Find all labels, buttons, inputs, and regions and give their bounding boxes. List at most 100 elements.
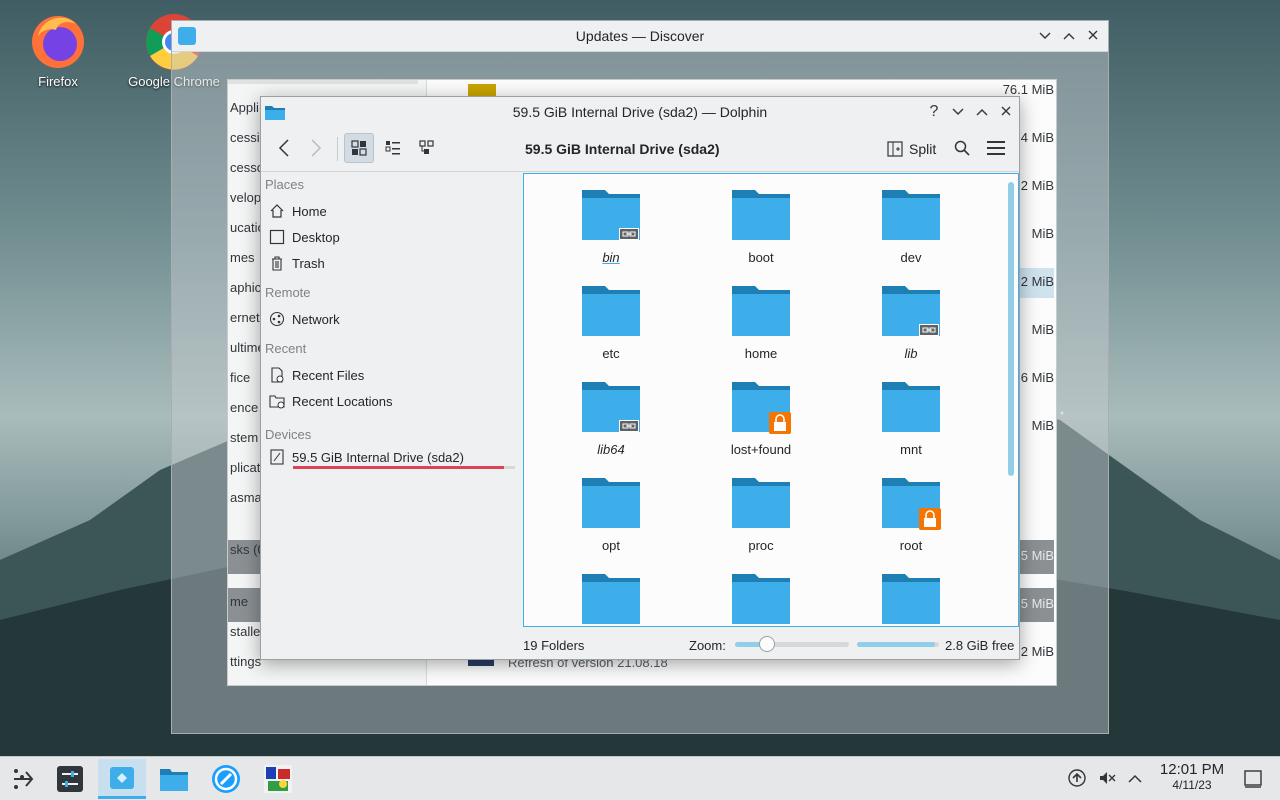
details-view-icon — [419, 140, 434, 154]
split-label: Split — [909, 141, 937, 157]
places-item-trash[interactable]: Trash — [269, 251, 325, 275]
discover-update-size: MiB — [1031, 322, 1054, 337]
discover-category[interactable]: ernet — [230, 310, 260, 325]
search-icon — [954, 140, 970, 156]
task-game[interactable] — [254, 759, 302, 799]
folder-item[interactable]: home — [701, 284, 821, 361]
forward-button[interactable] — [301, 133, 331, 163]
view-details-button[interactable] — [412, 133, 442, 163]
vertical-scrollbar[interactable] — [1008, 182, 1014, 476]
task-discover[interactable] — [98, 759, 146, 799]
places-item-network[interactable]: Network — [269, 307, 340, 331]
dolphin-window-title: 59.5 GiB Internal Drive (sda2) — Dolphin — [512, 104, 768, 120]
hamburger-menu-icon — [987, 141, 1005, 155]
discover-update-size: 6 MiB — [1020, 370, 1054, 385]
folder-icon — [160, 769, 188, 791]
folder-item[interactable]: root — [851, 476, 971, 553]
folder-item[interactable] — [551, 572, 671, 626]
places-item-recent-locations[interactable]: Recent Locations — [269, 389, 392, 413]
folder-item[interactable]: dev — [851, 188, 971, 265]
folder-item[interactable] — [701, 572, 821, 626]
task-dolphin[interactable] — [150, 759, 198, 799]
discover-update-size: MiB — [1031, 418, 1054, 433]
folder-icon — [731, 380, 791, 434]
show-desktop-icon — [1244, 770, 1262, 788]
places-item-label: Recent Files — [292, 367, 365, 383]
maximize-button[interactable] — [1058, 25, 1080, 47]
minimize-button[interactable] — [1034, 25, 1056, 47]
folder-item[interactable]: boot — [701, 188, 821, 265]
tray-volume[interactable] — [1098, 769, 1116, 790]
steam-icon — [212, 765, 240, 793]
zoom-slider[interactable] — [735, 636, 849, 652]
back-button[interactable] — [269, 133, 299, 163]
tray-updates[interactable] — [1068, 769, 1086, 790]
minimize-button[interactable] — [947, 101, 969, 123]
folder-item[interactable]: opt — [551, 476, 671, 553]
help-button[interactable]: ? — [923, 101, 945, 123]
discover-icon — [110, 766, 134, 789]
free-space-bar — [857, 642, 939, 647]
discover-category[interactable]: cesso — [230, 160, 264, 175]
discover-category[interactable]: ttings — [230, 654, 261, 669]
chevron-down-icon — [1039, 32, 1051, 39]
folder-item[interactable] — [851, 572, 971, 626]
dolphin-titlebar[interactable]: 59.5 GiB Internal Drive (sda2) — Dolphin… — [261, 97, 1019, 127]
arrow-back-icon — [278, 139, 289, 157]
discover-category[interactable]: ence — [230, 400, 258, 415]
folder-name: home — [744, 346, 778, 361]
compact-view-icon — [385, 141, 400, 155]
symlink-badge-icon — [619, 420, 639, 432]
drive-icon — [269, 449, 285, 465]
task-steam[interactable] — [202, 759, 250, 799]
arrow-forward-icon — [311, 139, 322, 157]
discover-category[interactable]: plicati — [230, 460, 263, 475]
search-button[interactable] — [947, 133, 977, 163]
discover-category[interactable]: me — [230, 594, 248, 609]
file-view[interactable]: bin boot dev etc home lib lib64 lost+found mnt op… — [523, 173, 1019, 627]
firefox-icon — [28, 10, 88, 70]
places-item-home[interactable]: Home — [269, 199, 327, 223]
location-label[interactable]: 59.5 GiB Internal Drive (sda2) — [525, 141, 720, 157]
folder-item[interactable]: proc — [701, 476, 821, 553]
desktop-icon-firefox[interactable]: Firefox — [8, 10, 108, 89]
split-button[interactable]: Split — [887, 135, 936, 163]
discover-titlebar[interactable]: Updates — Discover — [172, 21, 1108, 52]
folder-item[interactable]: lib — [851, 284, 971, 361]
discover-category[interactable]: Appli — [230, 100, 259, 115]
dolphin-toolbar: 59.5 GiB Internal Drive (sda2) Split — [261, 127, 1019, 171]
view-icons-button[interactable] — [344, 133, 374, 163]
desktop-icon — [269, 229, 285, 245]
discover-update-size: 2 MiB — [1020, 178, 1054, 193]
folder-count: 19 Folders — [523, 638, 585, 653]
task-system-settings[interactable] — [46, 759, 94, 799]
close-button[interactable] — [1082, 25, 1104, 47]
folder-item[interactable]: bin — [551, 188, 671, 265]
split-view-icon — [887, 141, 903, 157]
show-desktop-button[interactable] — [1244, 770, 1262, 791]
view-compact-button[interactable] — [378, 133, 408, 163]
recent-section-header: Recent — [265, 341, 307, 356]
maximize-button[interactable] — [971, 101, 993, 123]
folder-item[interactable]: etc — [551, 284, 671, 361]
discover-category[interactable]: velop — [230, 190, 261, 205]
zoom-slider-handle[interactable] — [758, 636, 775, 652]
clock[interactable]: 12:01 PM 4/11/23 — [1150, 761, 1234, 792]
menu-button[interactable] — [981, 133, 1011, 163]
app-launcher-button[interactable] — [0, 759, 48, 799]
discover-category[interactable]: mes — [230, 250, 255, 265]
tray-expand[interactable] — [1128, 772, 1142, 787]
close-button[interactable] — [995, 101, 1017, 123]
drive-usage-track — [293, 466, 515, 469]
discover-category[interactable]: fice — [230, 370, 250, 385]
folder-item[interactable]: lib64 — [551, 380, 671, 457]
folder-icon — [581, 188, 641, 242]
places-item-desktop[interactable]: Desktop — [269, 225, 340, 249]
dolphin-window[interactable]: 59.5 GiB Internal Drive (sda2) — Dolphin… — [260, 96, 1020, 660]
folder-item[interactable]: lost+found — [701, 380, 821, 457]
symlink-badge-icon — [919, 324, 939, 336]
folder-item[interactable]: mnt — [851, 380, 971, 457]
places-item-label: Network — [292, 311, 340, 327]
clock-time: 12:01 PM — [1159, 761, 1225, 778]
places-item-recent-files[interactable]: Recent Files — [269, 363, 364, 387]
